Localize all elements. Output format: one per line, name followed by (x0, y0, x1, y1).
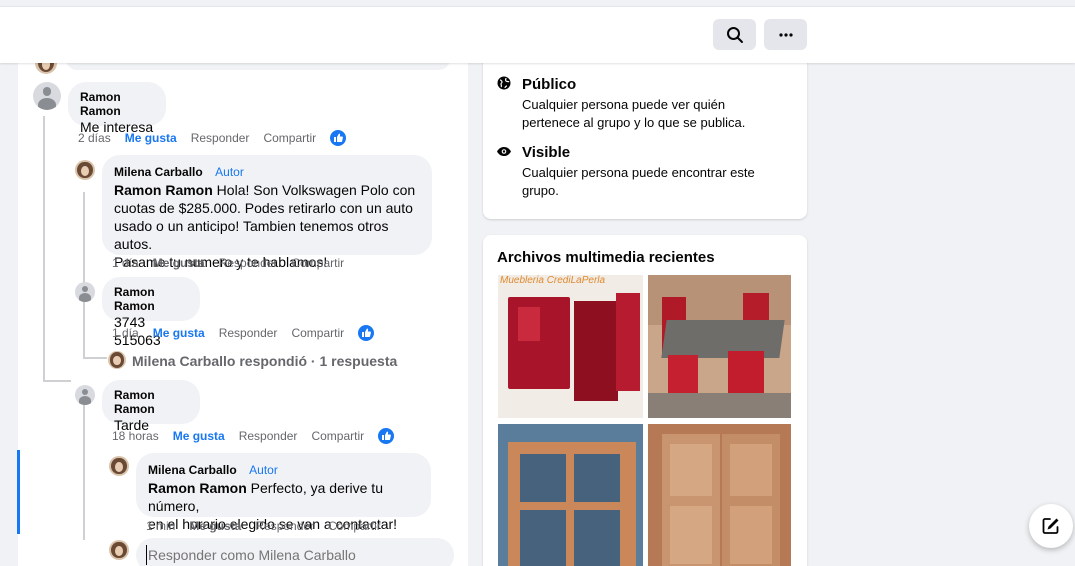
avatar[interactable] (75, 282, 95, 302)
like-reaction-icon[interactable] (378, 428, 395, 444)
like-button[interactable]: Me gusta (153, 326, 205, 340)
comment-actions: 1 día Me gusta Responder Compartir (112, 256, 344, 270)
comment-time[interactable]: 2 días (78, 131, 111, 145)
comment-actions: 2 días Me gusta Responder Compartir (78, 130, 347, 146)
comment-actions: 18 horas Me gusta Responder Compartir (112, 428, 395, 444)
top-bar (0, 6, 1075, 63)
reply-input-box[interactable] (136, 538, 454, 566)
public-title: Público (522, 76, 577, 93)
comment-author[interactable]: Ramon Ramon (114, 388, 188, 416)
globe-icon (497, 76, 511, 90)
author-badge: Autor (215, 165, 244, 179)
reply-button[interactable]: Responder (191, 131, 250, 145)
like-button[interactable]: Me gusta (189, 519, 241, 533)
reply-button[interactable]: Responder (219, 256, 278, 270)
comments-panel: Ramon Ramon Me interesa 2 días Me gusta … (18, 62, 468, 566)
watermark-text: Muebleria CrediLaPerla (500, 275, 606, 286)
more-icon (778, 32, 793, 37)
mention-link[interactable]: Ramon Ramon (148, 480, 247, 496)
search-icon (726, 26, 743, 43)
thread-line (43, 116, 45, 382)
previous-comment-bubble (66, 62, 450, 70)
media-thumbnail[interactable] (648, 275, 791, 418)
new-message-button[interactable] (1029, 504, 1073, 548)
avatar (109, 540, 129, 560)
like-reaction-icon[interactable] (330, 130, 347, 146)
comment-bubble: Ramon Ramon Tarde (102, 380, 200, 433)
about-card: Público Cualquier persona puede ver quié… (483, 50, 807, 219)
media-thumbnail[interactable]: Muebleria CrediLaPerla (498, 275, 643, 418)
thread-line (83, 192, 85, 357)
reply-button[interactable]: Responder (255, 519, 314, 533)
avatar (108, 351, 126, 369)
comment-time[interactable]: 1 min (146, 519, 175, 533)
recent-media-title: Archivos multimedia recientes (497, 249, 715, 266)
avatar (35, 62, 57, 74)
avatar[interactable] (109, 456, 129, 476)
like-button[interactable]: Me gusta (153, 256, 205, 270)
mention-link[interactable]: Ramon Ramon (114, 182, 213, 198)
comment-bubble: Ramon Ramon 3743 515063 (102, 277, 200, 348)
like-button[interactable]: Me gusta (125, 131, 177, 145)
thread-line (43, 380, 71, 382)
compose-icon (1042, 518, 1059, 534)
share-button[interactable]: Compartir (291, 326, 344, 340)
reply-input[interactable] (146, 545, 440, 565)
comment-author[interactable]: Milena Carballo (148, 463, 237, 477)
comment-time[interactable]: 1 día (112, 326, 139, 340)
comment-author[interactable]: Milena Carballo (114, 165, 203, 179)
avatar[interactable] (75, 160, 95, 180)
comment-bubble: Ramon Ramon Me interesa (68, 82, 166, 135)
like-reaction-icon[interactable] (358, 325, 375, 341)
reply-button[interactable]: Responder (239, 429, 298, 443)
comment-time[interactable]: 1 día (112, 256, 139, 270)
reply-button[interactable]: Responder (219, 326, 278, 340)
visible-description: Cualquier persona puede encontrar este gr… (522, 165, 755, 198)
thread-line (83, 357, 107, 359)
recent-media-card: Archivos multimedia recientes Muebleria … (483, 235, 807, 566)
visible-title: Visible (522, 144, 571, 161)
author-badge: Autor (249, 463, 278, 477)
media-thumbnail[interactable] (498, 424, 643, 566)
like-button[interactable]: Me gusta (173, 429, 225, 443)
thread-line (83, 400, 85, 540)
search-button[interactable] (713, 19, 756, 50)
comment-actions: 1 día Me gusta Responder Compartir (112, 325, 375, 341)
media-thumbnail[interactable] (648, 424, 791, 566)
comment-bubble: Milena Carballo Autor Ramon Ramon Hola! … (102, 155, 432, 270)
comment-time[interactable]: 18 horas (112, 429, 159, 443)
eye-icon (497, 147, 511, 156)
comment-actions: 1 min Me gusta Responder Compartir (146, 519, 381, 533)
avatar[interactable] (75, 385, 95, 405)
more-options-button[interactable] (764, 19, 807, 50)
share-button[interactable]: Compartir (291, 256, 344, 270)
share-button[interactable]: Compartir (263, 131, 316, 145)
public-description: Cualquier persona puede ver quién pertene… (522, 97, 746, 130)
comment-author[interactable]: Ramon Ramon (114, 285, 188, 313)
avatar[interactable] (33, 82, 61, 110)
active-indicator (17, 450, 20, 534)
share-button[interactable]: Compartir (328, 519, 381, 533)
comment-author[interactable]: Ramon Ramon (80, 90, 154, 118)
comment-bubble: Milena Carballo Autor Ramon Ramon Perfec… (136, 453, 431, 532)
share-button[interactable]: Compartir (311, 429, 364, 443)
view-replies-link[interactable]: Milena Carballo respondió · 1 respuesta (132, 353, 397, 369)
